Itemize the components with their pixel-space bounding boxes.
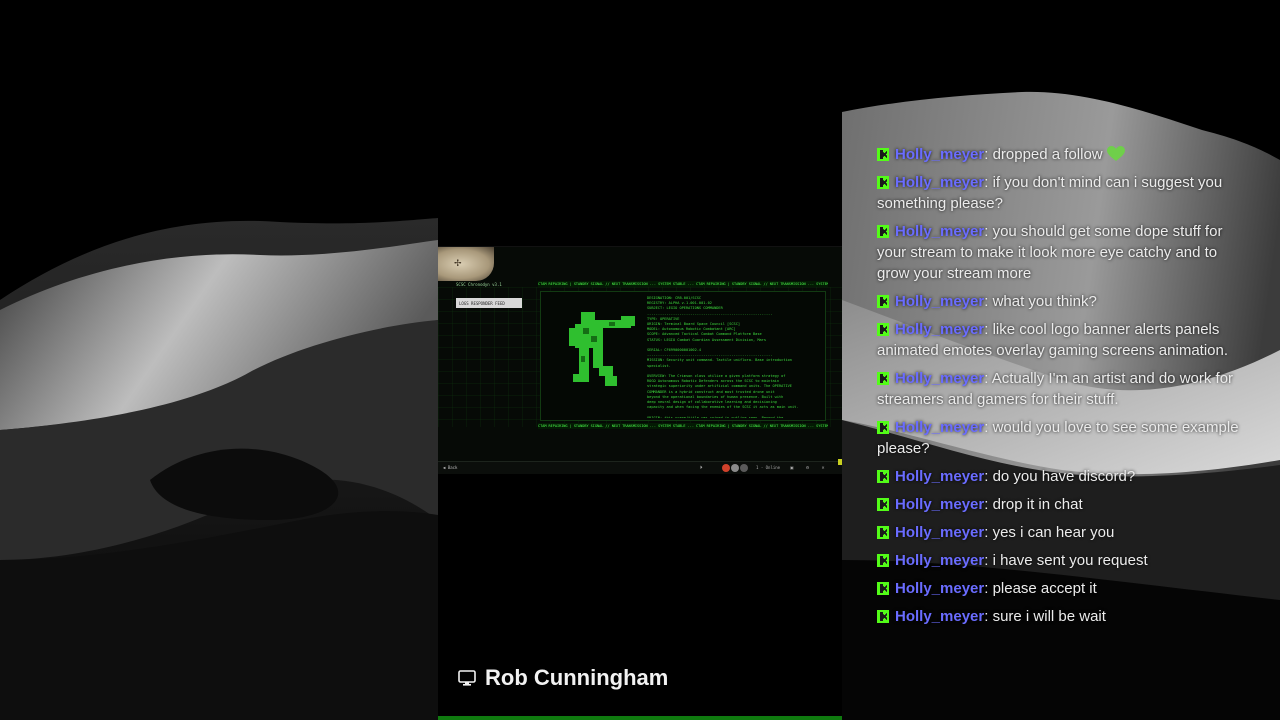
terminal-line: ORIGIN: this scene/title was coined in o… — [647, 415, 792, 418]
chat-username[interactable]: Holly_meyer — [895, 552, 984, 569]
chat-message: Holly_meyer: would you love to see some … — [877, 417, 1247, 459]
kick-logo-icon — [877, 323, 889, 336]
terminal-line: capacity and when facing the enemies of … — [647, 405, 799, 410]
dossier-terminal-text: DESIGNATION: CRB-001/SCSC REGISTRY: ALPHA… — [647, 296, 817, 418]
ticker-bottom: CTAM REPAIRING | STANDBY SIGNAL // NEXT … — [538, 423, 828, 429]
chat-message: Holly_meyer: do you have discord? — [877, 466, 1247, 487]
taskbar-back-button[interactable]: ◀ Back — [443, 465, 457, 470]
taskbar-back-label: Back — [447, 465, 458, 470]
bottom-accent-bar — [438, 716, 842, 720]
taskbar-avatar-icon[interactable] — [722, 464, 730, 472]
taskbar-status: 1 - Online — [756, 465, 781, 470]
chat-text: what you think? — [992, 293, 1097, 310]
chat-separator: : — [984, 321, 993, 338]
kick-logo-icon — [877, 526, 889, 539]
background-dunes-left — [0, 0, 438, 720]
chat-username[interactable]: Holly_meyer — [895, 174, 984, 191]
chat-separator: : — [984, 524, 993, 541]
chat-username[interactable]: Holly_meyer — [895, 321, 984, 338]
terminal-line: strategic superiority under artificial c… — [647, 384, 792, 389]
kick-logo-icon — [877, 498, 889, 511]
notification-indicator — [838, 459, 842, 465]
streamer-name-row: Rob Cunningham — [457, 665, 668, 691]
kick-logo-icon — [877, 176, 889, 189]
kick-logo-icon — [877, 582, 889, 595]
taskbar-pin-icon[interactable]: ⏵ — [700, 465, 703, 471]
kick-logo-icon — [877, 225, 889, 238]
chat-username[interactable]: Holly_meyer — [895, 146, 984, 163]
chat-separator: : — [984, 580, 993, 597]
chat-username[interactable]: Holly_meyer — [895, 468, 984, 485]
chat-text: sure i will be wait — [992, 608, 1106, 625]
taskbar-avatars — [722, 464, 748, 472]
monitor-icon — [458, 670, 476, 686]
kick-logo-icon — [877, 554, 889, 567]
taskbar-avatar-icon[interactable] — [731, 464, 739, 472]
chat-username[interactable]: Holly_meyer — [895, 370, 984, 387]
chat-text: please accept it — [992, 580, 1097, 597]
terminal-line: MISSION: Security unit command. Tactile … — [647, 358, 792, 363]
chat-username[interactable]: Holly_meyer — [895, 608, 984, 625]
chat-separator: : — [984, 468, 993, 485]
chat-message: Holly_meyer: what you think? — [877, 291, 1247, 312]
dossier-panel: DESIGNATION: CRB-001/SCSC REGISTRY: ALPHA… — [540, 291, 826, 421]
chat-message: Holly_meyer: if you don't mind can i sug… — [877, 172, 1247, 214]
chat-text: yes i can hear you — [992, 524, 1115, 541]
chat-username[interactable]: Holly_meyer — [895, 580, 984, 597]
chat-separator: : — [984, 496, 993, 513]
chat-separator: : — [984, 419, 993, 436]
chat-separator: : — [984, 608, 993, 625]
chat-message: Holly_meyer: you should get some dope st… — [877, 221, 1247, 284]
chat-message: Holly_meyer: drop it in chat — [877, 494, 1247, 515]
kick-logo-icon — [877, 372, 889, 385]
chat-message: Holly_meyer: please accept it — [877, 578, 1247, 599]
responder-feed-button[interactable]: LOGS RESPONDER FEED — [456, 298, 522, 308]
chat-username[interactable]: Holly_meyer — [895, 419, 984, 436]
chat-separator: : — [984, 370, 992, 387]
chat-username[interactable]: Holly_meyer — [895, 496, 984, 513]
kick-logo-icon — [877, 421, 889, 434]
chat-separator: : — [984, 293, 993, 310]
chat-separator: : — [984, 552, 993, 569]
window-title: SCSC Chronodyn v3.1 — [456, 282, 502, 287]
chat-text: dropped a follow — [992, 146, 1103, 163]
chat-message: Holly_meyer: i have sent you request — [877, 550, 1247, 571]
kick-logo-icon — [877, 610, 889, 623]
kick-logo-icon — [877, 295, 889, 308]
robot-soldier-image — [569, 312, 635, 386]
chat-separator: : — [984, 174, 993, 191]
dune-image-left — [0, 0, 438, 720]
chat-text: drop it in chat — [992, 496, 1083, 513]
webcam-subject-icon: ✢ — [454, 259, 462, 269]
green-heart-icon — [1106, 146, 1125, 161]
chat-text: i have sent you request — [992, 552, 1148, 569]
chat-text: do you have discord? — [992, 468, 1136, 485]
chat-overlay: Holly_meyer: dropped a follow Holly_meye… — [877, 144, 1247, 634]
chat-message: Holly_meyer: yes i can hear you — [877, 522, 1247, 543]
streamer-name: Rob Cunningham — [485, 665, 669, 690]
kick-logo-icon — [877, 148, 889, 161]
kick-logo-icon — [877, 470, 889, 483]
taskbar: ◀ Back ⏵ 1 - Online ▣⚙✕ — [438, 461, 842, 474]
chat-message: Holly_meyer: like cool logo banner alert… — [877, 319, 1247, 361]
chat-separator: : — [984, 223, 993, 240]
webcam-feed: ✢ — [438, 247, 494, 281]
chat-username[interactable]: Holly_meyer — [895, 223, 984, 240]
taskbar-tray-icons[interactable]: ▣⚙✕ — [790, 465, 837, 470]
chat-username[interactable]: Holly_meyer — [895, 524, 984, 541]
stream-screen: ✢ SCSC Chronodyn v3.1 LOGS RESPONDER FEE… — [438, 246, 842, 474]
ticker-top: CTAM REPAIRING | STANDBY SIGNAL // NEXT … — [538, 281, 828, 287]
chat-message: Holly_meyer: dropped a follow — [877, 144, 1247, 165]
chat-message: Holly_meyer: Actually I'm an artist and … — [877, 368, 1247, 410]
chat-message: Holly_meyer: sure i will be wait — [877, 606, 1247, 627]
chat-username[interactable]: Holly_meyer — [895, 293, 984, 310]
chat-separator: : — [984, 146, 993, 163]
taskbar-avatar-icon[interactable] — [740, 464, 748, 472]
